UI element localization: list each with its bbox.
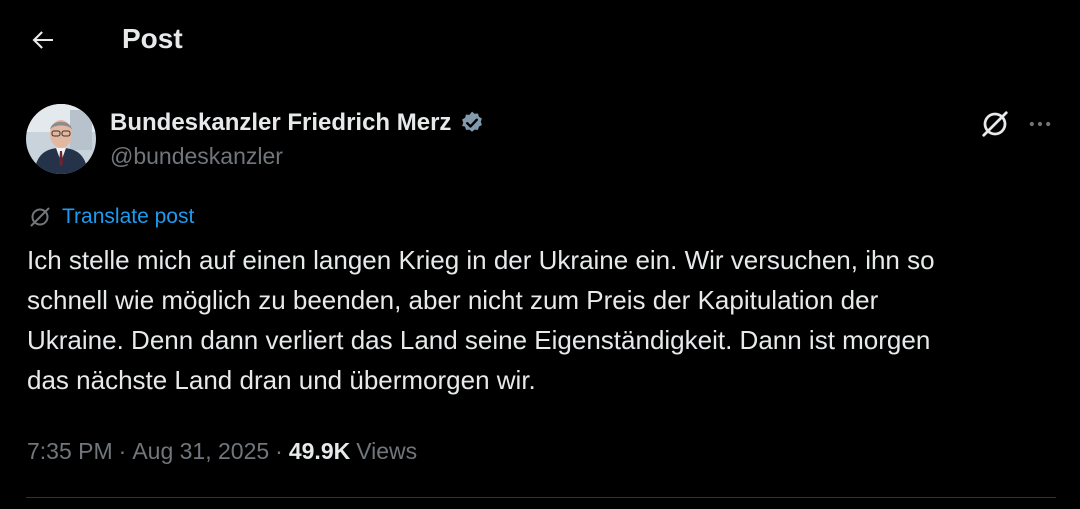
- author-handle[interactable]: @bundeskanzler: [110, 141, 283, 171]
- grok-icon: [30, 207, 50, 227]
- views-label: Views: [356, 438, 418, 464]
- post-date[interactable]: Aug 31, 2025: [132, 436, 269, 466]
- verified-badge-icon: [462, 111, 483, 132]
- grok-button[interactable]: [975, 106, 1015, 142]
- views-count: 49.9K: [288, 438, 351, 464]
- grok-icon: [982, 111, 1008, 137]
- author-display-name: Bundeskanzler Friedrich Merz: [110, 109, 452, 136]
- post-text: Ich stelle mich auf einen langen Krieg i…: [27, 245, 935, 395]
- translate-post-label: Translate post: [62, 205, 195, 228]
- divider: [26, 497, 1056, 498]
- post-time[interactable]: 7:35 PM: [27, 436, 113, 466]
- meta-separator: ·: [275, 438, 283, 464]
- more-horizontal-icon: [1029, 121, 1051, 127]
- avatar[interactable]: [26, 104, 96, 174]
- translate-post-link[interactable]: Translate post: [28, 203, 194, 231]
- arrow-left-icon: [32, 31, 53, 49]
- author-name[interactable]: Bundeskanzler Friedrich Merz: [110, 108, 485, 138]
- avatar-image: [26, 104, 96, 174]
- page-title: Post: [122, 23, 183, 54]
- more-options-button[interactable]: [1020, 106, 1060, 142]
- post-meta: 7:35 PM · Aug 31, 2025 · 49.9K Views: [27, 436, 417, 466]
- back-button[interactable]: [20, 20, 66, 60]
- meta-separator: ·: [118, 438, 127, 464]
